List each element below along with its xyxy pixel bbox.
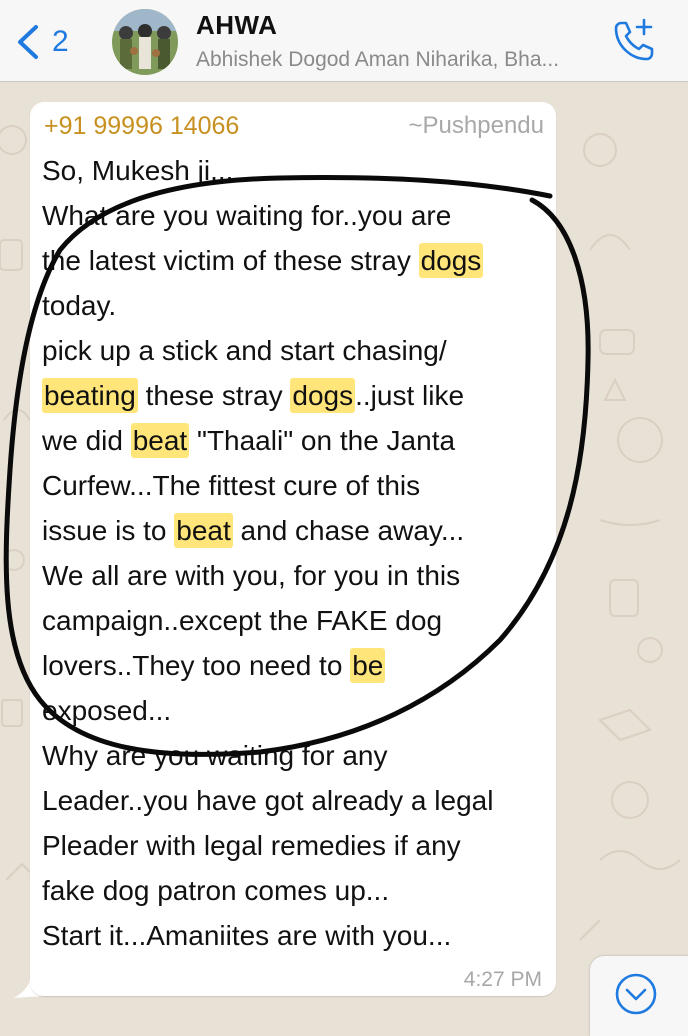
message-line: Leader..you have got already a legal — [42, 778, 552, 823]
message-line: exposed... — [42, 688, 552, 733]
message-text-segment: Curfew...The fittest cure of this — [42, 470, 421, 501]
sender-phone[interactable]: +91 99996 14066 — [44, 112, 239, 141]
message-line: lovers..They too need to be — [42, 643, 552, 688]
group-members[interactable]: Abhishek Dogod Aman Niharika, Bha... — [196, 48, 596, 72]
message-line: campaign..except the FAKE dog — [42, 598, 552, 643]
message-text-segment: issue is to — [42, 515, 175, 546]
message-line: So, Mukesh ji... — [42, 148, 552, 193]
search-highlight: beat — [130, 423, 190, 458]
unread-count: 2 — [52, 25, 69, 58]
add-call-button[interactable] — [608, 16, 658, 66]
message-text-segment: lovers..They too need to — [42, 650, 351, 681]
message-line: What are you waiting for..you are — [42, 193, 552, 238]
message-text-segment: We all are with you, for you in this — [42, 560, 461, 591]
message-text-segment: Start it...Amaniites are with you... — [42, 920, 452, 951]
group-title[interactable]: AHWA — [196, 10, 277, 41]
search-highlight: be — [350, 648, 386, 683]
sender-name: ~Pushpendu — [408, 112, 544, 139]
message-bubble[interactable]: +91 99996 14066 ~Pushpendu So, Mukesh ji… — [30, 102, 556, 996]
message-text-segment: ..just like — [355, 380, 465, 411]
message-line: issue is to beat and chase away... — [42, 508, 552, 553]
message-line: Start it...Amaniites are with you... — [42, 913, 552, 958]
message-line: Why are you waiting for any — [42, 733, 552, 778]
message-text-segment: exposed... — [42, 695, 172, 726]
phone-add-icon — [614, 18, 654, 61]
message-line: Curfew...The fittest cure of this — [42, 463, 552, 508]
search-highlight: dogs — [290, 378, 356, 413]
message-timestamp: 4:27 PM — [463, 968, 542, 991]
message-text: So, Mukesh ji... What are you waiting for… — [42, 148, 552, 958]
message-line: today. — [42, 283, 552, 328]
message-line: beating these stray dogs..just like — [42, 373, 552, 418]
message-text-segment: What are you waiting for..you are — [42, 200, 452, 231]
message-text-segment: Pleader with legal remedies if any — [42, 830, 461, 861]
search-highlight: dogs — [418, 243, 484, 278]
message-text-segment: pick up a stick and start chasing/ — [42, 335, 447, 366]
chat-header: 2 AHWA Abhishek Dogod Aman Niharika, Bha… — [0, 0, 688, 82]
message-text-segment: Leader..you have got already a legal — [42, 785, 494, 816]
message-line: pick up a stick and start chasing/ — [42, 328, 552, 373]
chevron-down-circle-icon — [615, 973, 657, 1015]
message-text-segment: campaign..except the FAKE dog — [42, 605, 443, 636]
message-text-segment: So, Mukesh ji... — [42, 155, 234, 186]
message-text-segment: and chase away... — [232, 515, 465, 546]
message-text-segment: fake dog patron comes up... — [42, 875, 390, 906]
search-highlight: beat — [174, 513, 233, 548]
search-highlight: beating — [42, 378, 138, 413]
message-line: the latest victim of these stray dogs — [42, 238, 552, 283]
message-line: we did beat "Thaali" on the Janta — [42, 418, 552, 463]
message-text-segment: we did — [42, 425, 131, 456]
scroll-to-bottom-button[interactable] — [590, 956, 688, 1036]
group-avatar[interactable] — [112, 9, 178, 75]
back-button[interactable]: 2 — [14, 20, 74, 64]
chevron-left-icon — [18, 25, 38, 59]
message-line: fake dog patron comes up... — [42, 868, 552, 913]
message-text-segment: Why are you waiting for any — [42, 740, 388, 771]
message-text-segment: today. — [42, 290, 117, 321]
message-text-segment: "Thaali" on the Janta — [189, 425, 456, 456]
message-line: Pleader with legal remedies if any — [42, 823, 552, 868]
message-text-segment: these stray — [137, 380, 291, 411]
message-text-segment: the latest victim of these stray — [42, 245, 419, 276]
message-line: We all are with you, for you in this — [42, 553, 552, 598]
